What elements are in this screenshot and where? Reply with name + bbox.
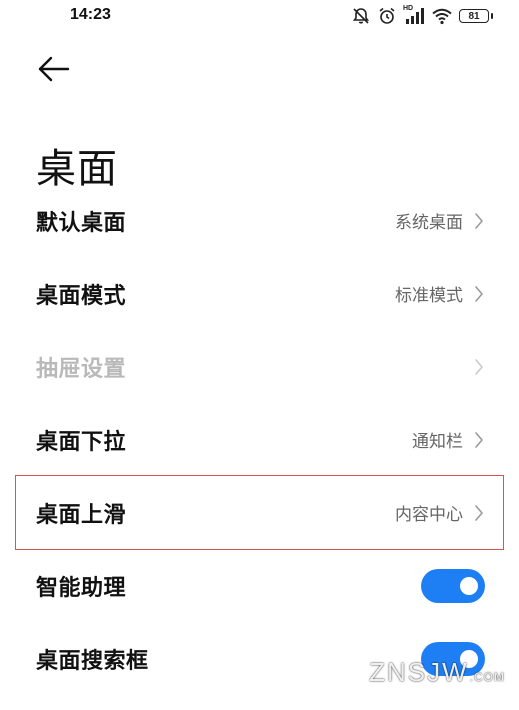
chevron-right-icon bbox=[473, 503, 485, 523]
chevron-right-icon bbox=[473, 430, 485, 450]
settings-list: 默认桌面 系统桌面 桌面模式 标准模式 抽屉设置 桌面下拉 通知栏 桌面上滑 内… bbox=[0, 184, 519, 695]
setting-swipe-up[interactable]: 桌面上滑 内容中心 bbox=[15, 475, 504, 550]
setting-label: 桌面下拉 bbox=[36, 429, 127, 455]
status-bar: 14:23 HD 81 bbox=[0, 0, 519, 32]
setting-label: 默认桌面 bbox=[36, 210, 127, 236]
setting-right: 内容中心 bbox=[395, 500, 485, 525]
setting-value: 系统桌面 bbox=[395, 213, 463, 233]
watermark-suffix: .COM bbox=[469, 670, 505, 684]
alarm-icon bbox=[377, 6, 397, 26]
status-icons: HD 81 bbox=[351, 5, 493, 27]
setting-drawer-settings: 抽屉设置 bbox=[0, 330, 519, 403]
back-button[interactable] bbox=[34, 52, 74, 86]
signal-icon: HD bbox=[403, 5, 425, 26]
chevron-right-icon bbox=[473, 284, 485, 304]
setting-label: 桌面搜索框 bbox=[36, 648, 149, 674]
wifi-icon bbox=[431, 7, 453, 25]
setting-smart-assistant: 智能助理 bbox=[0, 549, 519, 622]
battery-icon: 81 bbox=[459, 9, 493, 23]
setting-right bbox=[473, 357, 485, 377]
back-arrow-icon bbox=[38, 56, 70, 82]
setting-value: 标准模式 bbox=[395, 286, 463, 306]
chevron-right-icon bbox=[473, 211, 485, 231]
setting-value: 内容中心 bbox=[395, 505, 463, 525]
watermark-main: ZNSJW bbox=[369, 657, 469, 687]
setting-right: 系统桌面 bbox=[395, 208, 485, 233]
setting-right: 通知栏 bbox=[412, 427, 485, 452]
setting-label: 智能助理 bbox=[36, 575, 127, 601]
setting-launcher-mode[interactable]: 桌面模式 标准模式 bbox=[0, 257, 519, 330]
setting-value: 通知栏 bbox=[412, 432, 463, 452]
setting-right: 标准模式 bbox=[395, 281, 485, 306]
status-time: 14:23 bbox=[70, 6, 111, 23]
battery-level: 81 bbox=[468, 10, 480, 22]
toggle-knob bbox=[460, 576, 478, 595]
setting-swipe-down[interactable]: 桌面下拉 通知栏 bbox=[0, 403, 519, 476]
setting-label: 桌面模式 bbox=[36, 283, 127, 309]
setting-default-launcher[interactable]: 默认桌面 系统桌面 bbox=[0, 184, 519, 257]
setting-label: 抽屉设置 bbox=[36, 356, 127, 382]
bell-off-icon bbox=[351, 6, 371, 26]
chevron-right-icon bbox=[473, 357, 485, 377]
setting-label: 桌面上滑 bbox=[36, 502, 127, 528]
smart-assistant-toggle[interactable] bbox=[421, 568, 485, 603]
watermark: ZNSJW .COM bbox=[369, 657, 505, 688]
